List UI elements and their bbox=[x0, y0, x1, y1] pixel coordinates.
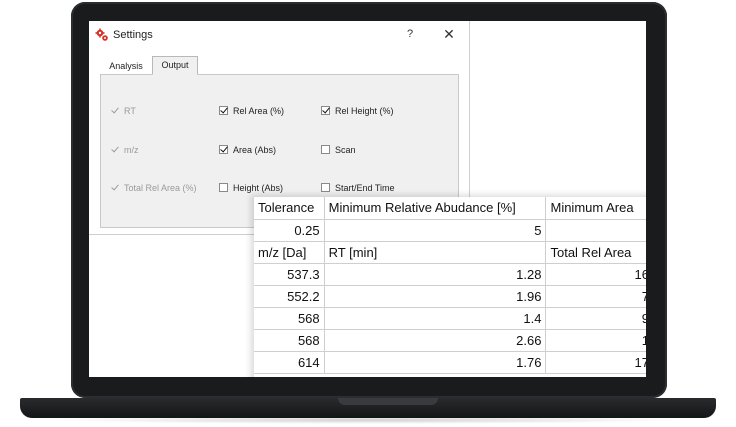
dialog-title: Settings bbox=[113, 29, 153, 41]
column-header-row: m/z [Da] RT [min] Total Rel Area bbox=[254, 241, 646, 264]
table-row: 614 1.76 17 bbox=[254, 351, 646, 374]
start-end-time-checkbox[interactable] bbox=[321, 183, 330, 192]
results-table-panel: Tolerance Minimum Relative Abudance [%] … bbox=[254, 197, 646, 377]
option-area-abs[interactable]: Area (Abs) bbox=[219, 144, 276, 156]
option-label: Start/End Time bbox=[335, 183, 395, 193]
table-cell[interactable]: 552.2 bbox=[254, 285, 325, 308]
option-rel-height[interactable]: Rel Height (%) bbox=[321, 105, 394, 117]
option-scan[interactable]: Scan bbox=[321, 144, 356, 156]
table-cell[interactable]: 7 bbox=[545, 285, 646, 308]
height-abs-checkbox[interactable] bbox=[219, 183, 228, 192]
option-height-abs[interactable]: Height (Abs) bbox=[219, 182, 283, 194]
table-row: 568 2.66 1 bbox=[254, 329, 646, 352]
table-row: 552.2 1.96 7 bbox=[254, 285, 646, 308]
option-rel-area[interactable]: Rel Area (%) bbox=[219, 105, 284, 117]
mz-checkbox bbox=[110, 145, 119, 154]
option-label: Rel Area (%) bbox=[233, 106, 285, 116]
table-cell[interactable]: 0.25 bbox=[254, 219, 325, 242]
table-cell[interactable]: 537.3 bbox=[254, 263, 325, 286]
params-header-row: Tolerance Minimum Relative Abudance [%] … bbox=[254, 197, 646, 220]
option-label: RT bbox=[124, 106, 136, 116]
laptop-hinge-notch bbox=[338, 398, 438, 405]
help-button[interactable]: ? bbox=[403, 27, 417, 41]
total-rel-area-checkbox bbox=[110, 183, 119, 192]
table-cell[interactable]: Minimum Area bbox=[545, 197, 646, 220]
rel-height-checkbox[interactable] bbox=[321, 106, 330, 115]
option-label: Area (Abs) bbox=[233, 145, 277, 155]
table-cell[interactable]: 568 bbox=[254, 307, 325, 330]
table-cell[interactable]: 5 bbox=[324, 219, 547, 242]
tab-output[interactable]: Output bbox=[152, 56, 198, 75]
option-rt: RT bbox=[110, 105, 136, 117]
table-cell[interactable]: 1.4 bbox=[324, 307, 547, 330]
option-label: m/z bbox=[124, 145, 139, 155]
table-cell[interactable]: 614 bbox=[254, 351, 325, 374]
results-table: Tolerance Minimum Relative Abudance [%] … bbox=[254, 197, 646, 374]
table-cell[interactable]: 2.66 bbox=[324, 329, 547, 352]
laptop-screen: Settings ? ✕ Analysis Output RT m/z Tota… bbox=[89, 21, 646, 377]
table-cell[interactable] bbox=[545, 219, 646, 242]
option-label: Height (Abs) bbox=[233, 183, 284, 193]
table-cell[interactable]: RT [min] bbox=[324, 241, 547, 264]
table-cell[interactable]: 1 bbox=[545, 329, 646, 352]
table-cell[interactable]: 9 bbox=[545, 307, 646, 330]
gears-icon bbox=[95, 28, 108, 41]
laptop-base bbox=[20, 398, 716, 418]
laptop-shadow bbox=[40, 416, 696, 424]
option-total-rel-area: Total Rel Area (%) bbox=[110, 182, 197, 194]
table-cell[interactable]: 1.76 bbox=[324, 351, 547, 374]
table-cell[interactable]: 568 bbox=[254, 329, 325, 352]
area-abs-checkbox[interactable] bbox=[219, 145, 228, 154]
tab-analysis[interactable]: Analysis bbox=[105, 58, 147, 74]
rt-checkbox bbox=[110, 106, 119, 115]
table-cell[interactable]: Total Rel Area bbox=[545, 241, 646, 264]
option-label: Scan bbox=[335, 145, 356, 155]
table-cell[interactable]: 1.28 bbox=[324, 263, 547, 286]
option-mz: m/z bbox=[110, 144, 139, 156]
option-label: Total Rel Area (%) bbox=[124, 183, 197, 193]
table-cell[interactable]: 17 bbox=[545, 351, 646, 374]
scan-checkbox[interactable] bbox=[321, 145, 330, 154]
table-row: 537.3 1.28 16 bbox=[254, 263, 646, 286]
table-row: 568 1.4 9 bbox=[254, 307, 646, 330]
table-cell[interactable]: 16 bbox=[545, 263, 646, 286]
table-cell[interactable]: Minimum Relative Abudance [%] bbox=[324, 197, 547, 220]
table-cell[interactable]: m/z [Da] bbox=[254, 241, 325, 264]
params-value-row: 0.25 5 bbox=[254, 219, 646, 242]
table-cell[interactable]: 1.96 bbox=[324, 285, 547, 308]
rel-area-checkbox[interactable] bbox=[219, 106, 228, 115]
option-label: Rel Height (%) bbox=[335, 106, 394, 116]
table-cell[interactable]: Tolerance bbox=[254, 197, 325, 220]
close-button[interactable]: ✕ bbox=[441, 26, 457, 42]
option-start-end-time[interactable]: Start/End Time bbox=[321, 182, 395, 194]
